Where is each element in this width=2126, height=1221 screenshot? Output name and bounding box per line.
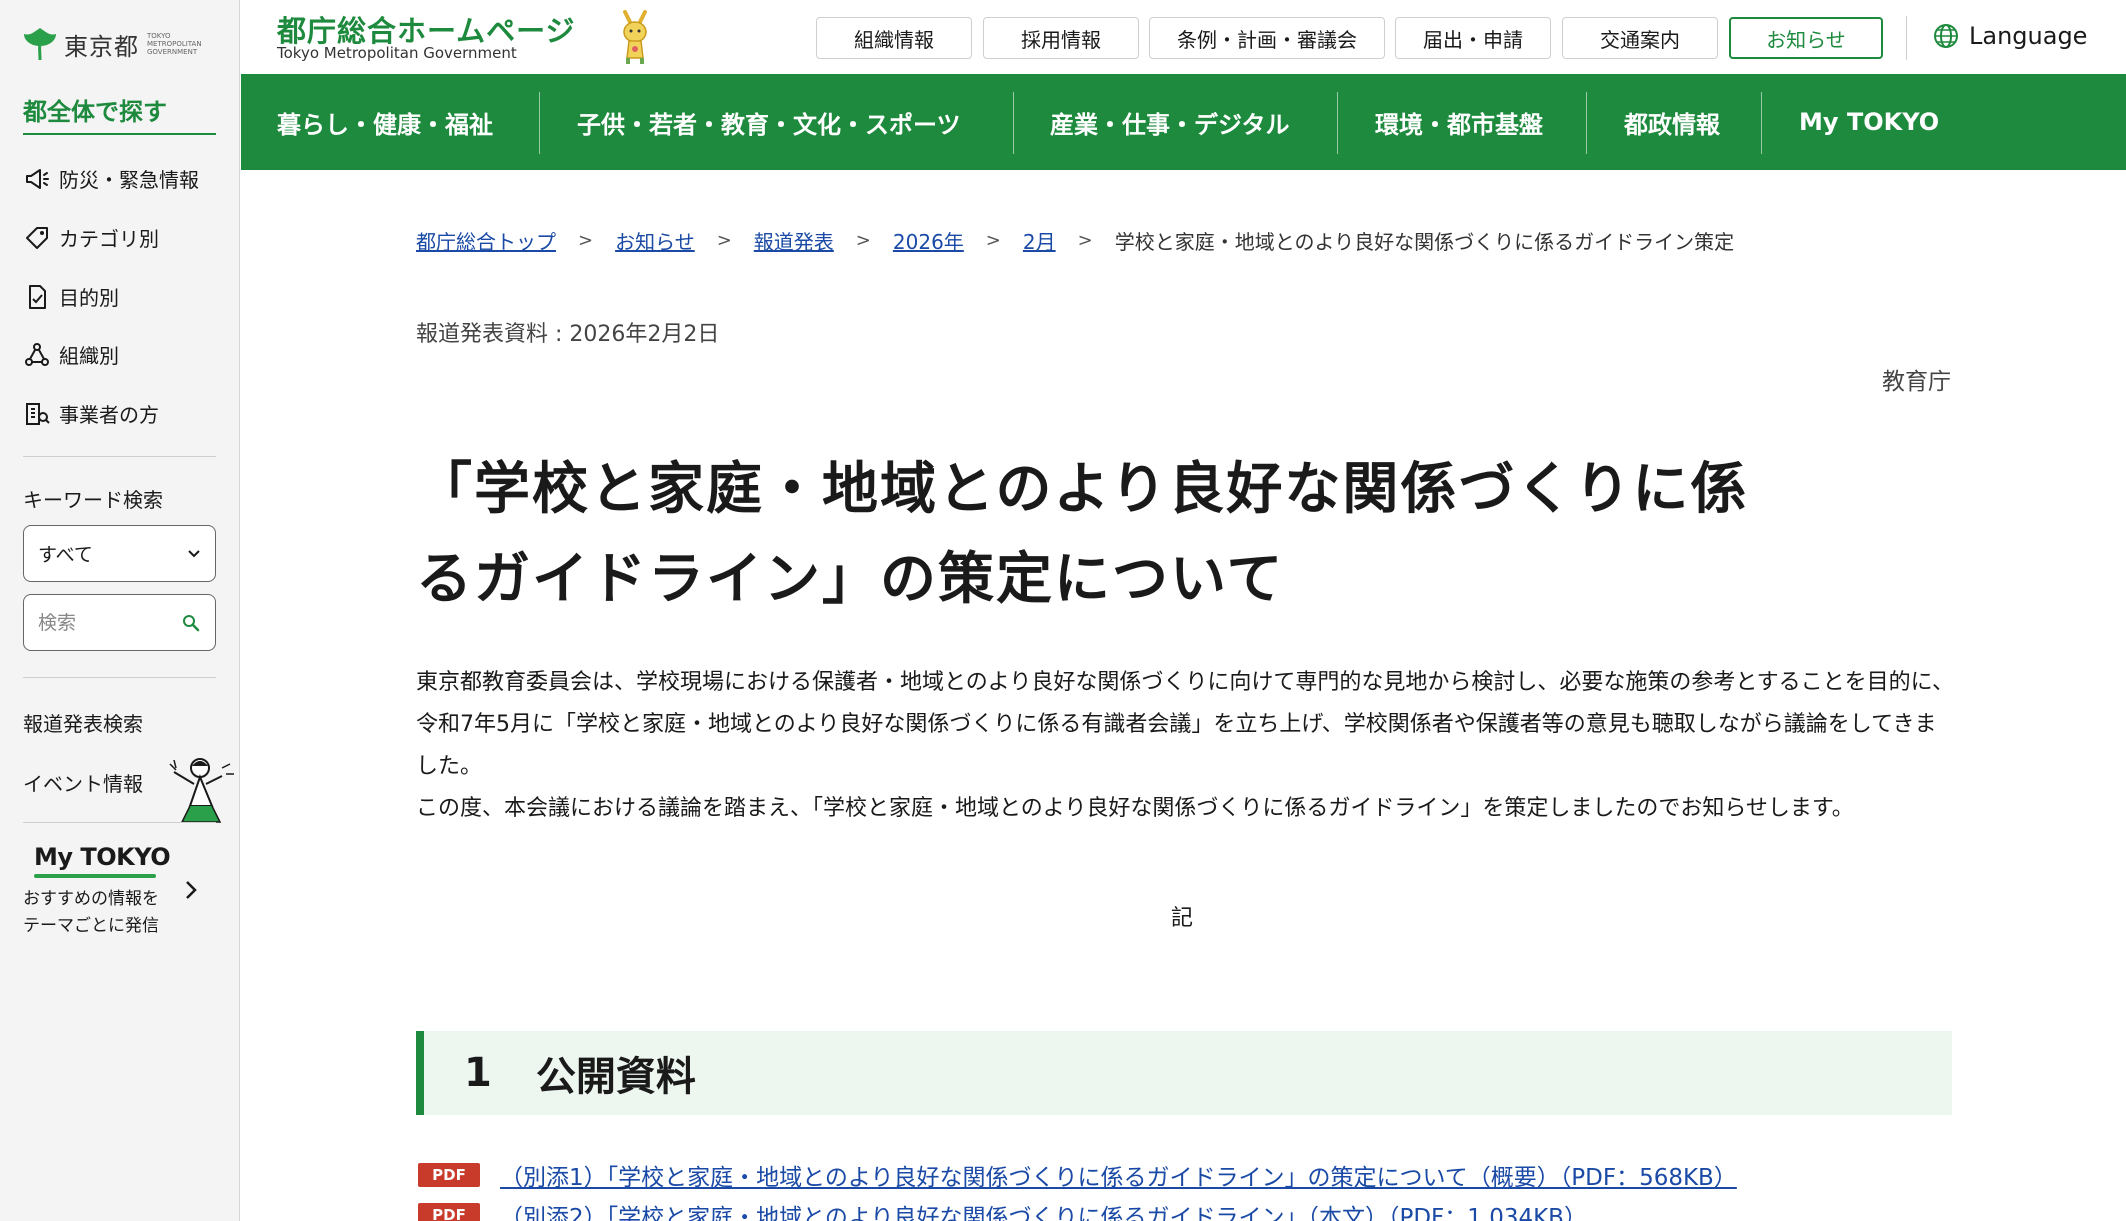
sidebar-divider bbox=[23, 677, 216, 678]
recruit-info-button[interactable]: 採用情報 bbox=[983, 17, 1139, 59]
breadcrumb-link-month[interactable]: 2月 bbox=[1023, 226, 1056, 255]
global-nav: 暮らし・健康・福祉 子供・若者・教育・文化・スポーツ 産業・仕事・デジタル 環境… bbox=[241, 74, 2126, 170]
sidebar-item-label: カテゴリ別 bbox=[59, 227, 159, 251]
building-icon bbox=[26, 402, 50, 425]
sidebar-item-label: 防災・緊急情報 bbox=[59, 168, 199, 192]
mytokyo-description: おすすめの情報を テーマごとに発信 bbox=[23, 886, 159, 940]
pdf-link-row: PDF （別添2）「学校と家庭・地域とのより良好な関係づくりに係るガイドライン」… bbox=[418, 1198, 1587, 1221]
mytokyo-desc-line: テーマごとに発信 bbox=[23, 916, 159, 936]
pdf-icon: PDF bbox=[418, 1163, 480, 1187]
nav-divider bbox=[1013, 92, 1014, 154]
mascot-icon bbox=[623, 10, 647, 64]
ordinance-button[interactable]: 条例・計画・審議会 bbox=[1149, 17, 1385, 59]
nav-item-government[interactable]: 都政情報 bbox=[1624, 74, 1720, 170]
chevron-down-icon bbox=[188, 549, 200, 557]
nav-item-mytokyo[interactable]: My TOKYO bbox=[1799, 74, 1939, 170]
sidebar-heading: 都全体で探す bbox=[23, 98, 167, 126]
ki-marker: 記 bbox=[1171, 906, 1194, 931]
breadcrumb-link-notice[interactable]: お知らせ bbox=[615, 226, 695, 255]
nav-item-environment[interactable]: 環境・都市基盤 bbox=[1375, 74, 1543, 170]
site-subtitle: Tokyo Metropolitan Government bbox=[277, 44, 517, 62]
search-scope-select[interactable]: すべて bbox=[23, 525, 216, 582]
nav-divider bbox=[1761, 92, 1762, 154]
mytokyo-logo-underline bbox=[34, 874, 156, 878]
search-icon[interactable] bbox=[181, 613, 201, 633]
chevron-right-icon: > bbox=[855, 230, 871, 251]
nav-item-industry[interactable]: 産業・仕事・デジタル bbox=[1050, 74, 1290, 170]
page-title: 「学校と家庭・地域とのより良好な関係づくりに係 るガイドライン」の策定について bbox=[416, 445, 1956, 625]
site-header: 都庁総合ホームページ Tokyo Metropolitan Government… bbox=[241, 0, 2126, 74]
language-label: Language bbox=[1969, 22, 2088, 50]
article-paragraph: この度、本会議における議論を踏まえ、「学校と家庭・地域とのより良好な関係づくりに… bbox=[416, 796, 1854, 821]
sidebar-item-label: 組織別 bbox=[59, 344, 119, 368]
globe-icon bbox=[1934, 24, 1958, 48]
chevron-right-icon bbox=[186, 881, 197, 899]
sidebar-divider bbox=[23, 456, 216, 457]
nav-divider bbox=[1586, 92, 1587, 154]
pdf-link-summary[interactable]: （別添1）「学校と家庭・地域とのより良好な関係づくりに係るガイドライン」の策定に… bbox=[500, 1158, 1737, 1192]
ginkgo-logo-icon bbox=[24, 28, 56, 61]
search-scope-value: すべて bbox=[38, 544, 93, 566]
breadcrumb: 都庁総合トップ > お知らせ > 報道発表 > 2026年 > 2月 > 学校と… bbox=[416, 226, 1734, 255]
document-check-icon bbox=[29, 284, 46, 309]
logo-subtext: TOKYO METROPOLITAN GOVERNMENT bbox=[147, 32, 202, 56]
sidebar-item-label: 事業者の方 bbox=[59, 403, 159, 427]
breadcrumb-current: 学校と家庭・地域とのより良好な関係づくりに係るガイドライン策定 bbox=[1114, 230, 1735, 254]
language-divider bbox=[1906, 16, 1907, 60]
tag-icon bbox=[26, 226, 48, 249]
language-switcher[interactable]: Language bbox=[1933, 22, 2087, 50]
megaphone-icon bbox=[26, 168, 49, 189]
sidebar-item-purpose[interactable]: 目的別 bbox=[23, 282, 119, 311]
mytokyo-logo: My TOKYO bbox=[34, 843, 171, 871]
chevron-right-icon: > bbox=[716, 230, 732, 251]
article-body: 東京都教育委員会は、学校現場における保護者・地域とのより良好な関係づくりに向けて… bbox=[416, 662, 1956, 830]
nav-item-living[interactable]: 暮らし・健康・福祉 bbox=[277, 74, 493, 170]
chevron-right-icon: > bbox=[1077, 230, 1093, 251]
section-title: 公開資料 bbox=[535, 1054, 696, 1100]
pdf-link-row: PDF （別添1）「学校と家庭・地域とのより良好な関係づくりに係るガイドライン」… bbox=[418, 1158, 1737, 1192]
sidebar-item-business[interactable]: 事業者の方 bbox=[23, 399, 159, 428]
sidebar: 東京都 TOKYO METROPOLITAN GOVERNMENT 都全体で探す… bbox=[0, 0, 240, 1221]
page-title-line: るガイドライン」の策定について bbox=[416, 547, 1285, 612]
search-input[interactable] bbox=[38, 611, 178, 634]
notice-button[interactable]: お知らせ bbox=[1729, 17, 1883, 59]
sidebar-divider bbox=[23, 822, 216, 823]
chevron-right-icon: > bbox=[578, 230, 594, 251]
press-release-search-link[interactable]: 報道発表検索 bbox=[23, 708, 143, 737]
sidebar-item-label: 目的別 bbox=[59, 286, 119, 310]
nav-divider bbox=[1337, 92, 1338, 154]
chevron-right-icon: > bbox=[985, 230, 1001, 251]
article-paragraph: 東京都教育委員会は、学校現場における保護者・地域とのより良好な関係づくりに向けて… bbox=[416, 670, 1955, 779]
bureau-name: 教育庁 bbox=[1882, 369, 1951, 395]
keyword-search-box bbox=[23, 594, 216, 651]
nav-divider bbox=[539, 92, 540, 154]
page-title-line: 「学校と家庭・地域とのより良好な関係づくりに係 bbox=[416, 457, 1749, 522]
sidebar-heading-underline bbox=[23, 133, 216, 135]
section-heading: 1 公開資料 bbox=[416, 1031, 1952, 1115]
breadcrumb-link-press[interactable]: 報道発表 bbox=[754, 226, 834, 255]
breadcrumb-link-year[interactable]: 2026年 bbox=[893, 226, 964, 255]
sidebar-item-category[interactable]: カテゴリ別 bbox=[23, 223, 159, 252]
keyword-search-label: キーワード検索 bbox=[23, 488, 163, 512]
mytokyo-desc-line: おすすめの情報を bbox=[23, 889, 159, 909]
pdf-icon: PDF bbox=[418, 1203, 480, 1221]
event-info-link[interactable]: イベント情報 bbox=[23, 768, 143, 797]
sidebar-item-disaster[interactable]: 防災・緊急情報 bbox=[23, 164, 199, 193]
sidebar-item-organization[interactable]: 組織別 bbox=[23, 340, 119, 369]
pdf-link-fulltext[interactable]: （別添2）「学校と家庭・地域とのより良好な関係づくりに係るガイドライン」（本文）… bbox=[500, 1198, 1587, 1221]
access-button[interactable]: 交通案内 bbox=[1562, 17, 1718, 59]
application-button[interactable]: 届出・申請 bbox=[1395, 17, 1551, 59]
tokyo-logo[interactable]: 東京都 TOKYO METROPOLITAN GOVERNMENT bbox=[22, 26, 207, 62]
org-info-button[interactable]: 組織情報 bbox=[816, 17, 972, 59]
nav-item-children[interactable]: 子供・若者・教育・文化・スポーツ bbox=[577, 74, 961, 170]
breadcrumb-link-top[interactable]: 都庁総合トップ bbox=[416, 226, 556, 255]
event-illustration-icon bbox=[169, 758, 234, 823]
org-chart-icon bbox=[25, 342, 49, 366]
logo-text: 東京都 bbox=[64, 32, 139, 61]
release-date: 報道発表資料 : 2026年2月2日 bbox=[416, 322, 720, 347]
section-number: 1 bbox=[464, 1050, 492, 1096]
